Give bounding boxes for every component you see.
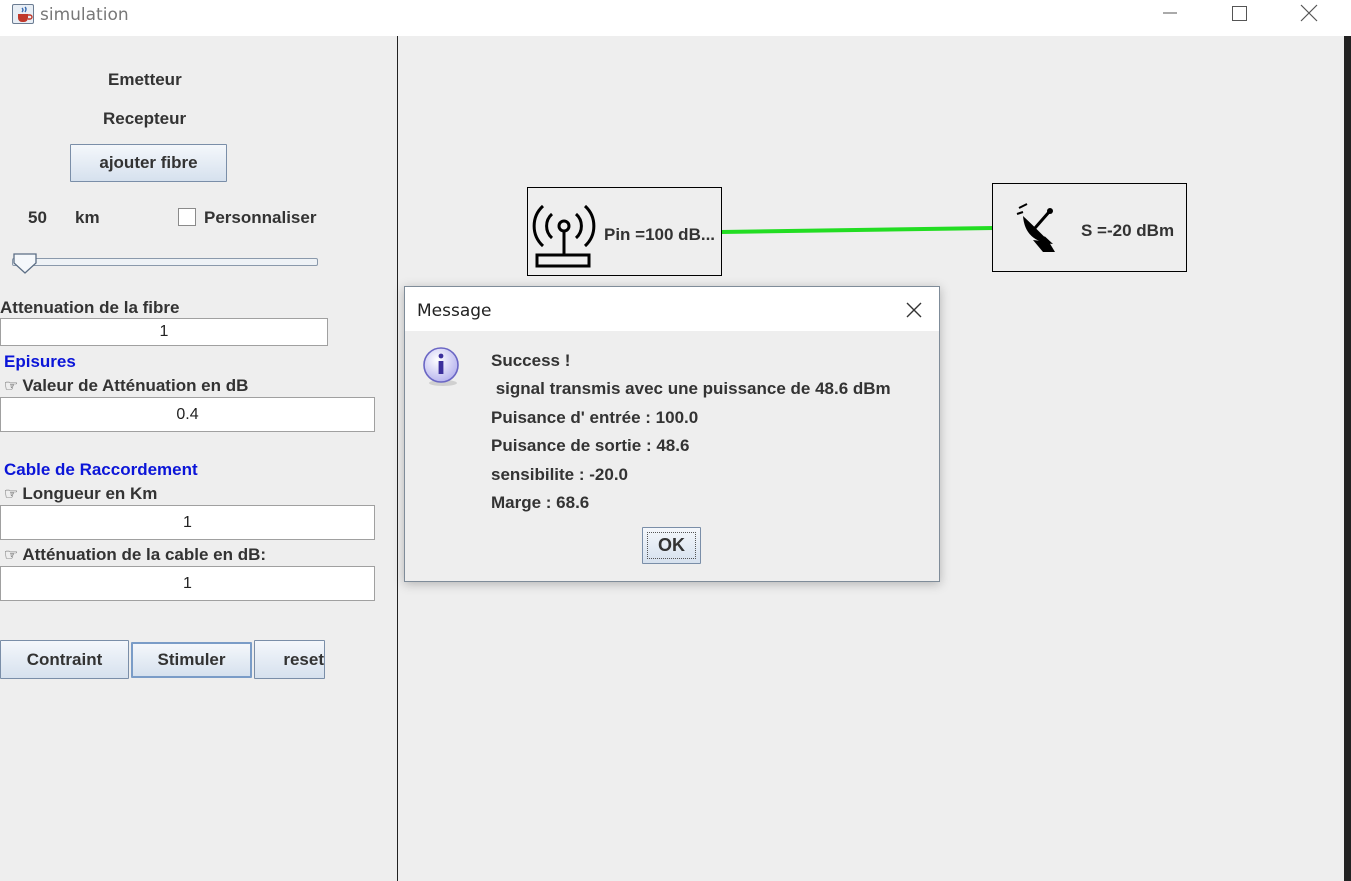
dialog-close-button[interactable] [901, 297, 927, 323]
dialog-titlebar: Message [405, 287, 939, 331]
dialog-title: Message [417, 301, 492, 321]
ok-button[interactable]: OK [642, 527, 701, 564]
receiver-node[interactable]: S =-20 dBm [992, 183, 1187, 272]
receiver-label: S =-20 dBm [1081, 221, 1175, 240]
emitter-label: Pin =100 dB... [604, 225, 716, 244]
dialog-signal-line: signal transmis avec une puissance de 48… [491, 379, 891, 398]
dialog-sensitivity-line: sensibilite : -20.0 [491, 465, 628, 484]
dialog-margin-line: Marge : 68.6 [491, 493, 590, 512]
satellite-dish-icon [1016, 203, 1055, 252]
message-dialog: Message Success ! signal transmis avec u… [404, 286, 940, 582]
dialog-output-power-line: Puisance de sortie : 48.6 [491, 436, 690, 455]
dialog-input-power-line: Puisance d' entrée : 100.0 [491, 408, 699, 427]
emitter-node[interactable]: Pin =100 dB... [527, 187, 722, 276]
antenna-tower-icon [532, 204, 596, 268]
info-icon [423, 347, 459, 386]
dialog-success-line: Success ! [491, 351, 571, 370]
